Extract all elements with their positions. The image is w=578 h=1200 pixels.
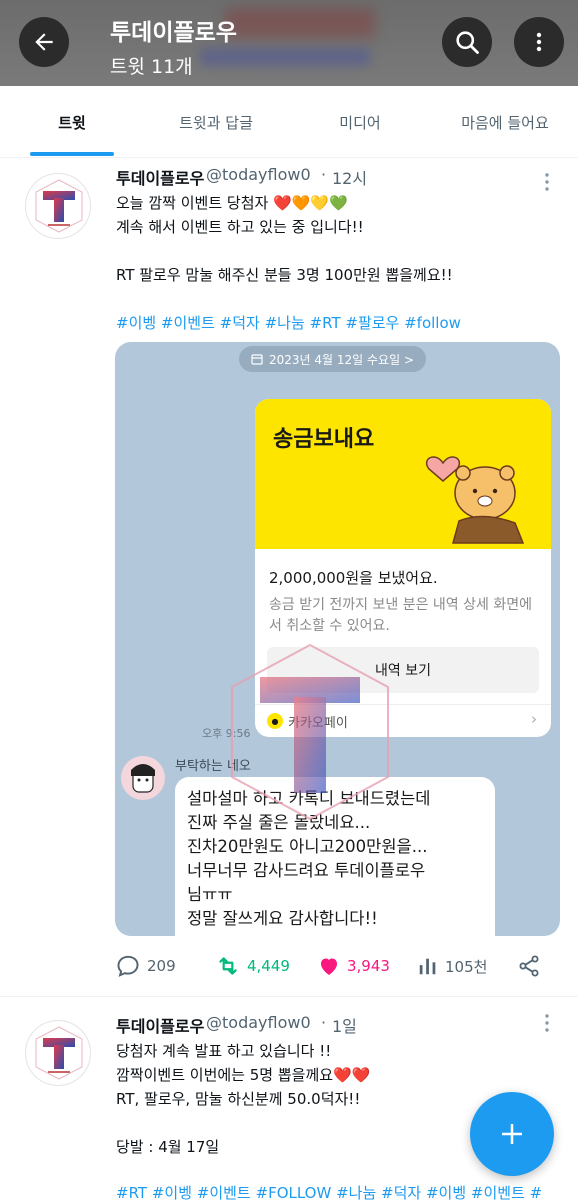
- plus-icon: [502, 1124, 522, 1144]
- back-button[interactable]: [19, 17, 69, 67]
- search-button[interactable]: [442, 17, 492, 67]
- tweet-menu-button[interactable]: [540, 172, 554, 192]
- sender-avatar: [121, 756, 165, 800]
- tweet-timestamp[interactable]: 1일: [332, 1013, 357, 1037]
- todayflow-logo: [35, 179, 83, 233]
- watermark-logo: [231, 643, 389, 821]
- tweet-text-line: RT 팔로우 맘눌 해주신 분들 3명 100만원 뽑을께요!!: [116, 266, 453, 284]
- chat-message-line: 너무너무 감사드려요 투데이플로우: [187, 861, 426, 880]
- chat-message-line: 진차20만원도 아니고200만원을...: [187, 837, 428, 856]
- tweet-author-name[interactable]: 투데이플로우: [116, 165, 204, 189]
- avatar[interactable]: [25, 173, 91, 239]
- reply-button[interactable]: 209: [115, 948, 176, 984]
- chat-message-line: 님ㅠㅠ: [187, 885, 233, 904]
- retweet-count: 4,449: [247, 957, 290, 975]
- pay-description: 송금 받기 전까지 보낸 분은 내역 상세 화면에서 취소할 수 있어요.: [269, 597, 532, 634]
- tweet-text-line: RT, 팔로우, 맘눌 하신분께 50.0덕자!!: [116, 1090, 361, 1108]
- heart-icon: [321, 958, 337, 975]
- view-count: 105천: [445, 957, 488, 976]
- like-button[interactable]: 3,943: [317, 948, 390, 984]
- chat-message-line: 정말 잘쓰게요 감사합니다!!: [187, 909, 378, 928]
- tweet-media-image[interactable]: 2023년 4월 12일 수요일 > 송금보내요 2,000,000원을 보냈어…: [115, 342, 560, 936]
- share-button[interactable]: [517, 948, 541, 984]
- todayflow-logo: [35, 1026, 83, 1080]
- tweet-timestamp[interactable]: 12시: [332, 165, 367, 189]
- tweet-divider: [0, 996, 578, 997]
- retweet-icon: [219, 957, 237, 975]
- retweet-button[interactable]: 4,449: [215, 948, 290, 984]
- tweet-text-line: 오늘 깜짝 이벤트 당첨자 ❤️🧡💛💚: [116, 194, 348, 212]
- share-icon: [519, 955, 539, 977]
- tweet-text-line: 계속 해서 이벤트 하고 있는 중 입니다!!: [116, 218, 364, 236]
- chat-date-pill: 2023년 4월 12일 수요일 >: [239, 346, 426, 372]
- like-count: 3,943: [347, 957, 390, 975]
- active-tab-indicator: [30, 152, 114, 156]
- tweet-author-handle[interactable]: @todayflow0: [206, 1013, 311, 1032]
- blurred-banner-text: [200, 48, 370, 66]
- reply-icon: [117, 955, 139, 977]
- profile-tabs: 트윗 트윗과 답글 미디어 마음에 들어요: [0, 86, 578, 158]
- tweet-hashtags[interactable]: #RT #이벵 #이벤트 #FOLLOW #나눔 #덕자 #이벵 #이벤트 #: [116, 1182, 542, 1200]
- neo-character-icon: [131, 764, 155, 793]
- views-button[interactable]: 105천: [417, 948, 487, 984]
- bear-heart-icon: [425, 456, 525, 544]
- tweet-meta-separator: ·: [321, 1013, 327, 1032]
- tab-tweets[interactable]: 트윗: [0, 86, 144, 158]
- tweet-text-line: 당발 : 4월 17일: [116, 1138, 220, 1156]
- tweet-menu-button[interactable]: [540, 1013, 554, 1033]
- more-vertical-icon: [545, 1014, 549, 1032]
- pay-card-header: 송금보내요: [255, 399, 551, 549]
- chevron-right-icon: ›: [531, 710, 537, 728]
- tab-likes[interactable]: 마음에 들어요: [432, 86, 578, 158]
- tweet-hashtags[interactable]: #이벵 #이벤트 #덕자 #나눔 #RT #팔로우 #follow: [116, 312, 461, 333]
- tab-media[interactable]: 미디어: [288, 86, 432, 158]
- more-vertical-icon: [536, 32, 542, 52]
- avatar[interactable]: [25, 1020, 91, 1086]
- tweet-text-line: 깜짝이벤트 이번에는 5명 뽑을께요❤️❤️: [116, 1066, 371, 1084]
- profile-header: 투데이플로우 트윗 11개: [0, 0, 578, 86]
- tweet-author-name[interactable]: 투데이플로우: [116, 1013, 204, 1037]
- calendar-icon: [251, 354, 263, 365]
- tweet-text-line: 당첨자 계속 발표 하고 있습니다 !!: [116, 1042, 332, 1060]
- analytics-icon: [419, 958, 436, 975]
- tweet-meta-separator: ·: [321, 165, 327, 184]
- tab-tweets-replies[interactable]: 트윗과 답글: [144, 86, 288, 158]
- search-icon: [456, 31, 479, 54]
- blurred-banner-text: [225, 8, 375, 38]
- header-title: 투데이플로우: [110, 20, 237, 46]
- header-tweet-count: 트윗 11개: [110, 56, 193, 78]
- arrow-left-icon: [35, 33, 53, 51]
- pay-amount: 2,000,000원을 보냈어요.: [269, 569, 438, 587]
- pay-card-title: 송금보내요: [273, 427, 375, 452]
- more-options-button[interactable]: [514, 17, 564, 67]
- tweet-actions: 209 4,449 3,943 105천: [115, 948, 555, 984]
- reply-count: 209: [147, 957, 176, 975]
- more-vertical-icon: [545, 173, 549, 191]
- chat-date-text: 2023년 4월 12일 수요일 >: [269, 352, 414, 367]
- tweet-author-handle[interactable]: @todayflow0: [206, 165, 311, 184]
- compose-tweet-button[interactable]: [470, 1092, 554, 1176]
